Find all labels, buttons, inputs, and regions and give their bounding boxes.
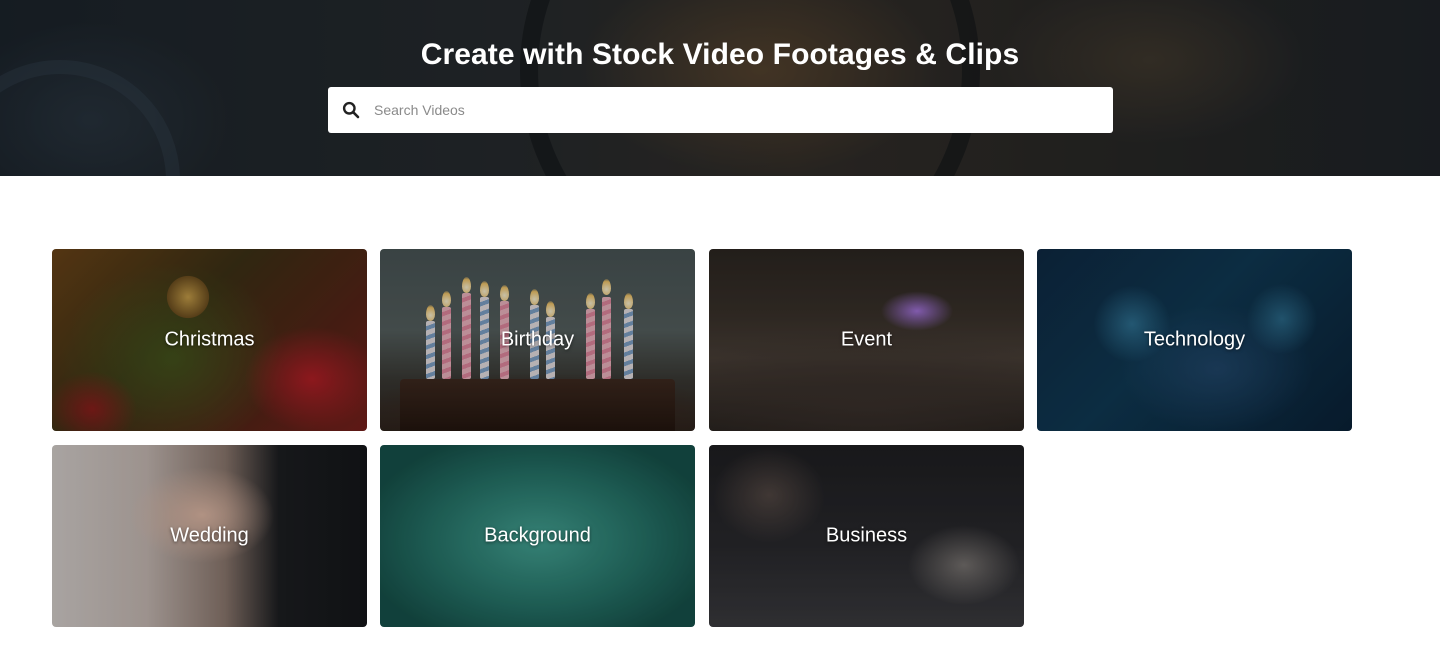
search-icon[interactable] [342, 101, 360, 119]
category-label: Background [484, 524, 591, 547]
category-label: Wedding [170, 524, 249, 547]
category-card-christmas[interactable]: Christmas [52, 249, 367, 431]
category-label: Event [840, 328, 893, 351]
category-card-technology[interactable]: Technology [1037, 249, 1352, 431]
category-card-event[interactable]: Event [709, 249, 1024, 431]
category-card-background[interactable]: Background [380, 445, 695, 627]
page-title: Create with Stock Video Footages & Clips [420, 38, 1020, 71]
category-card-birthday[interactable]: Birthday [380, 249, 695, 431]
search-bar[interactable] [328, 87, 1113, 133]
category-card-business[interactable]: Business [709, 445, 1024, 627]
category-label: Business [825, 524, 908, 547]
category-label: Technology [1143, 328, 1246, 351]
search-input[interactable] [374, 87, 1113, 133]
category-label: Birthday [500, 328, 575, 351]
category-label: Christmas [164, 328, 255, 351]
category-card-wedding[interactable]: Wedding [52, 445, 367, 627]
hero-banner: Create with Stock Video Footages & Clips [0, 0, 1440, 176]
